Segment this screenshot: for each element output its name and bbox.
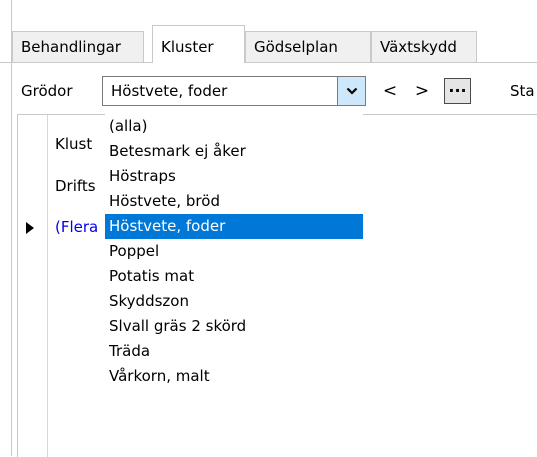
more-button[interactable]: ...: [444, 78, 471, 104]
ellipsis-icon: ...: [448, 77, 467, 96]
grid-row-header-separator: [47, 115, 48, 457]
dropdown-item[interactable]: Höstvete, bröd: [105, 189, 363, 214]
dropdown-item[interactable]: Höstraps: [105, 164, 363, 189]
crops-label: Grödor: [21, 82, 73, 100]
grid-row-label: Drifts: [55, 177, 96, 195]
combo-dropdown-button[interactable]: [337, 77, 365, 105]
tab-label: Behandlingar: [21, 38, 121, 56]
grid-row-label[interactable]: (Flera: [55, 216, 98, 238]
crops-combobox[interactable]: Höstvete, foder: [102, 76, 366, 106]
next-button[interactable]: >: [413, 80, 431, 102]
tab-label: Kluster: [161, 38, 214, 56]
tab-label: Gödselplan: [254, 38, 338, 56]
tab-baseline: [0, 62, 537, 63]
status-label: Sta: [510, 82, 535, 100]
grid-row-label: Klust: [55, 135, 93, 153]
previous-button[interactable]: <: [381, 80, 399, 102]
dropdown-item-selected[interactable]: Höstvete, foder: [105, 214, 363, 239]
dropdown-item[interactable]: Vårkorn, malt: [105, 364, 363, 389]
tab-strip: Behandlingar Kluster Gödselplan Växtskyd…: [12, 25, 537, 63]
dropdown-item[interactable]: Skyddszon: [105, 289, 363, 314]
tab-vaxtskydd[interactable]: Växtskydd: [371, 31, 477, 62]
dropdown-item[interactable]: Betesmark ej åker: [105, 139, 363, 164]
combo-value: Höstvete, foder: [111, 82, 228, 100]
tab-behandlingar[interactable]: Behandlingar: [12, 31, 144, 62]
dropdown-item[interactable]: Potatis mat: [105, 264, 363, 289]
dropdown-item[interactable]: Träda: [105, 339, 363, 364]
chevron-down-icon: [346, 87, 357, 95]
tab-kluster[interactable]: Kluster: [152, 25, 245, 63]
current-row-indicator-icon: [26, 222, 34, 234]
window-left-border: [11, 0, 12, 456]
tab-label: Växtskydd: [380, 38, 457, 56]
dropdown-item[interactable]: Poppel: [105, 239, 363, 264]
dropdown-item[interactable]: (alla): [105, 114, 363, 139]
crops-dropdown-list: (alla) Betesmark ej åker Höstraps Höstve…: [105, 114, 363, 456]
tab-godselplan[interactable]: Gödselplan: [245, 31, 371, 62]
dropdown-item[interactable]: Slvall gräs 2 skörd: [105, 314, 363, 339]
